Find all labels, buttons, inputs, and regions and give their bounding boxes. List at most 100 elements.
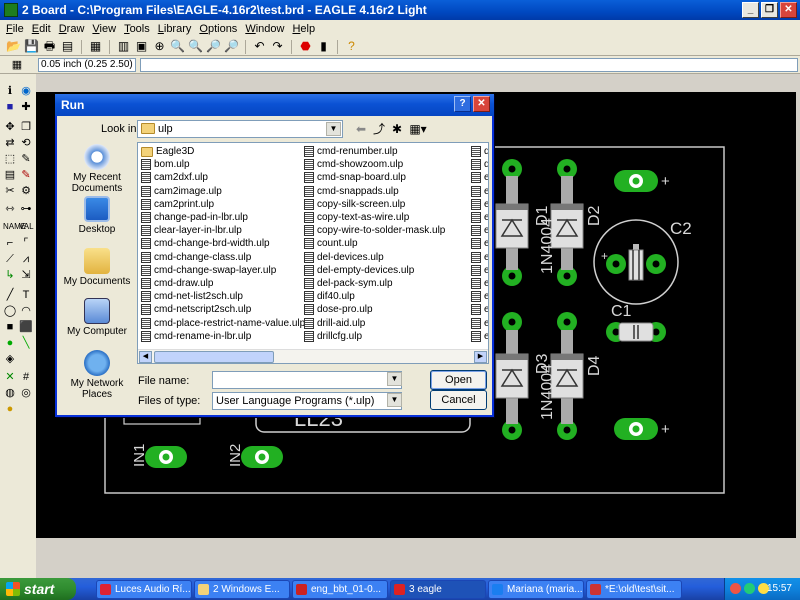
script-icon[interactable]: ▥: [116, 39, 131, 54]
list-item[interactable]: d: [471, 158, 488, 171]
rect-icon[interactable]: ■: [3, 320, 17, 334]
zoom-out-icon[interactable]: 🔍: [188, 39, 203, 54]
delete-icon[interactable]: ✎: [19, 168, 33, 182]
chevron-down-icon[interactable]: ▼: [387, 393, 402, 407]
dialog-close-button[interactable]: ✕: [473, 96, 490, 112]
erc-icon[interactable]: ◎: [19, 386, 33, 400]
back-icon[interactable]: ⬅: [353, 121, 369, 137]
list-item[interactable]: e: [471, 237, 488, 250]
new-folder-icon[interactable]: ✱: [389, 121, 405, 137]
rotate-icon[interactable]: ⟲: [19, 136, 33, 150]
files-of-type-select[interactable]: User Language Programs (*.ulp): [212, 392, 402, 410]
chevron-down-icon[interactable]: ▼: [326, 122, 341, 136]
board-icon[interactable]: ▦: [88, 39, 103, 54]
miter-icon[interactable]: ⌜: [19, 236, 33, 250]
menu-library[interactable]: Library: [154, 23, 196, 35]
errors-icon[interactable]: ◍: [3, 386, 17, 400]
change-icon[interactable]: ✎: [19, 152, 33, 166]
list-item[interactable]: cmd-draw.ulp: [141, 277, 305, 290]
copy-icon[interactable]: ❐: [19, 120, 33, 134]
display-icon[interactable]: ■: [3, 100, 17, 114]
list-item[interactable]: drill-aid.ulp: [304, 316, 445, 329]
place-recent[interactable]: My Recent Documents: [60, 144, 134, 194]
menu-tools[interactable]: Tools: [120, 23, 154, 35]
scroll-thumb[interactable]: [154, 351, 274, 363]
list-item[interactable]: Eagle3D: [141, 145, 305, 158]
place-my-documents[interactable]: My Documents: [60, 248, 134, 287]
list-item[interactable]: cam2print.ulp: [141, 198, 305, 211]
zoom-area-icon[interactable]: 🔎: [224, 39, 239, 54]
place-desktop[interactable]: Desktop: [60, 196, 134, 235]
chevron-down-icon[interactable]: ▼: [387, 372, 402, 386]
ratsnest-icon[interactable]: ⩘: [19, 252, 33, 266]
grid-icon[interactable]: ▦: [10, 58, 24, 72]
look-in-combo[interactable]: ulp ▼: [137, 120, 343, 138]
help-icon[interactable]: ?: [344, 39, 359, 54]
list-item[interactable]: e: [471, 251, 488, 264]
list-item[interactable]: clear-layer-in-lbr.ulp: [141, 224, 305, 237]
scroll-right-icon[interactable]: ▶: [474, 351, 487, 363]
split-icon[interactable]: ⇿: [3, 202, 17, 216]
via-icon[interactable]: ●: [3, 336, 17, 350]
redo-icon[interactable]: ↷: [270, 39, 285, 54]
list-item[interactable]: e: [471, 211, 488, 224]
command-input[interactable]: [140, 58, 798, 72]
tray-app-icon[interactable]: [730, 583, 741, 594]
view-menu-icon[interactable]: ▦▾: [407, 121, 429, 137]
drc-icon[interactable]: #: [19, 370, 33, 384]
list-item[interactable]: cmd-place-restrict-name-value.ulp: [141, 316, 305, 329]
start-button[interactable]: start: [0, 578, 76, 600]
list-item[interactable]: copy-text-as-wire.ulp: [304, 211, 445, 224]
polygon-icon[interactable]: ⬛: [19, 320, 33, 334]
menu-edit[interactable]: Edit: [28, 23, 55, 35]
open-button[interactable]: Open: [430, 370, 487, 390]
undo-icon[interactable]: ↶: [252, 39, 267, 54]
close-button[interactable]: ✕: [780, 2, 797, 18]
taskbar-item[interactable]: *E:\old\test\sit...: [586, 580, 682, 599]
auto-icon[interactable]: ⇲: [19, 268, 33, 282]
save-icon[interactable]: 💾: [24, 39, 39, 54]
warning-icon[interactable]: ●: [3, 402, 17, 416]
messenger-tray-icon[interactable]: [744, 583, 755, 594]
list-item[interactable]: e: [471, 290, 488, 303]
list-item[interactable]: e: [471, 330, 488, 343]
autorouter-icon[interactable]: ↳: [3, 268, 17, 282]
menu-draw[interactable]: Draw: [55, 23, 89, 35]
maximize-button[interactable]: ❐: [761, 2, 778, 18]
name-icon[interactable]: NAME: [3, 220, 26, 234]
list-item[interactable]: copy-wire-to-solder-mask.ulp: [304, 224, 445, 237]
list-item[interactable]: cmd-showzoom.ulp: [304, 158, 445, 171]
list-item[interactable]: e: [471, 277, 488, 290]
optimize-icon[interactable]: ⊶: [19, 202, 33, 216]
go-icon[interactable]: ▮: [316, 39, 331, 54]
smash-icon[interactable]: ⌐: [3, 236, 17, 250]
help-button[interactable]: ?: [454, 96, 471, 112]
list-item[interactable]: cam2image.ulp: [141, 185, 305, 198]
list-item[interactable]: e: [471, 185, 488, 198]
list-item[interactable]: cmd-net-list2sch.ulp: [141, 290, 305, 303]
menu-file[interactable]: File: [2, 23, 28, 35]
list-item[interactable]: dose-pro.ulp: [304, 303, 445, 316]
move-icon[interactable]: ✥: [3, 120, 17, 134]
zoom-in-icon[interactable]: 🔍: [170, 39, 185, 54]
mark-icon[interactable]: ✚: [19, 100, 33, 114]
list-item[interactable]: copy-silk-screen.ulp: [304, 198, 445, 211]
stop-icon[interactable]: ⬣: [298, 39, 313, 54]
list-item[interactable]: e: [471, 303, 488, 316]
list-item[interactable]: cmd-change-swap-layer.ulp: [141, 264, 305, 277]
taskbar-item[interactable]: Luces Audio Rí...: [96, 580, 192, 599]
list-item[interactable]: del-pack-sym.ulp: [304, 277, 445, 290]
list-item[interactable]: e: [471, 264, 488, 277]
paste-icon[interactable]: ▤: [3, 168, 17, 182]
list-item[interactable]: cmd-change-class.ulp: [141, 251, 305, 264]
list-item[interactable]: del-empty-devices.ulp: [304, 264, 445, 277]
info-icon[interactable]: ℹ: [3, 84, 17, 98]
taskbar-item[interactable]: 3 eagle: [390, 580, 486, 599]
list-item[interactable]: e: [471, 198, 488, 211]
hole-icon[interactable]: ◈: [3, 352, 17, 366]
minimize-button[interactable]: _: [742, 2, 759, 18]
text-icon[interactable]: T: [19, 288, 33, 302]
zoom-redraw-icon[interactable]: 🔎: [206, 39, 221, 54]
taskbar-item[interactable]: 2 Windows E...: [194, 580, 290, 599]
list-item[interactable]: change-pad-in-lbr.ulp: [141, 211, 305, 224]
